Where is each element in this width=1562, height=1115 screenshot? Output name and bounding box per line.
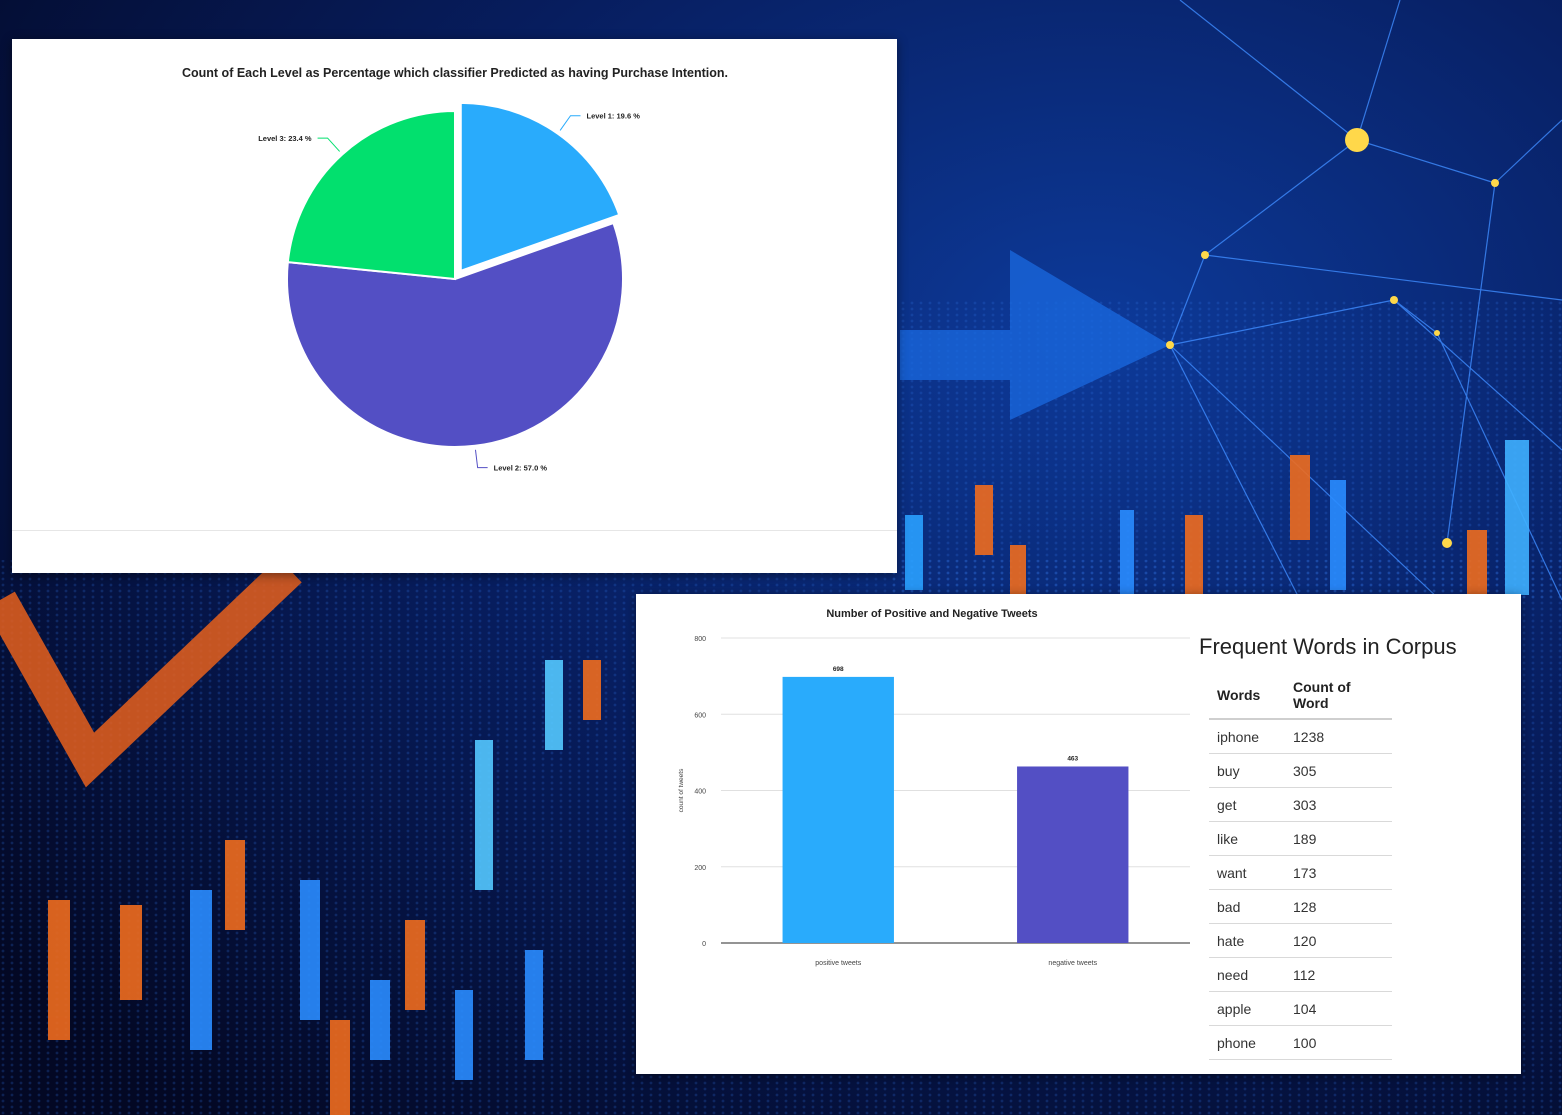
pie-slice-label: Level 3: 23.4 % — [258, 134, 312, 143]
bar-and-table-panel: Number of Positive and Negative Tweets c… — [636, 594, 1521, 1074]
column-header-words: Words — [1209, 672, 1285, 720]
pie-slice-label: Level 1: 19.6 % — [587, 112, 641, 121]
y-tick-label: 200 — [694, 865, 706, 872]
count-cell: 189 — [1285, 821, 1392, 856]
word-cell: like — [1209, 821, 1285, 856]
x-category-label: positive tweets — [815, 960, 861, 967]
pie-chart-panel: Count of Each Level as Percentage which … — [12, 39, 897, 573]
bar-negative-tweets[interactable] — [1017, 766, 1129, 943]
y-tick-label: 800 — [694, 636, 706, 643]
pie-leader-line — [474, 449, 488, 469]
frequent-words-title: Frequent Words in Corpus — [1199, 634, 1457, 659]
table-row: need 112 — [1209, 957, 1392, 992]
word-cell: iphone — [1209, 719, 1285, 754]
pie-chart: Count of Each Level as Percentage which … — [182, 66, 728, 473]
x-category-label: negative tweets — [1048, 960, 1097, 967]
table-row: iphone 1238 — [1209, 719, 1392, 754]
word-cell: get — [1209, 787, 1285, 822]
pie-leader-line — [317, 137, 341, 152]
panel-divider — [12, 530, 897, 531]
table-row: apple 104 — [1209, 991, 1392, 1026]
word-cell: apple — [1209, 991, 1285, 1026]
count-cell: 100 — [1285, 1025, 1392, 1060]
table-row: buy 305 — [1209, 753, 1392, 788]
table-row: hate 120 — [1209, 923, 1392, 958]
count-cell: 104 — [1285, 991, 1392, 1026]
word-cell: want — [1209, 855, 1285, 890]
table-row: like 189 — [1209, 821, 1392, 856]
count-cell: 112 — [1285, 957, 1392, 992]
y-tick-label: 400 — [694, 789, 706, 796]
table-row: want 173 — [1209, 855, 1392, 890]
bar-value-label: 698 — [833, 666, 844, 673]
table-row: phone 100 — [1209, 1025, 1392, 1060]
count-cell: 128 — [1285, 889, 1392, 924]
word-cell: phone — [1209, 1025, 1285, 1060]
pie-slice-label: Level 2: 57.0 % — [494, 464, 548, 473]
table-row: bad 128 — [1209, 889, 1392, 924]
word-cell: hate — [1209, 923, 1285, 958]
count-cell: 1238 — [1285, 719, 1392, 754]
pie-chart-title: Count of Each Level as Percentage which … — [182, 66, 728, 80]
count-cell: 120 — [1285, 923, 1392, 958]
count-cell: 303 — [1285, 787, 1392, 822]
count-cell: 305 — [1285, 753, 1392, 788]
pie-leader-line — [559, 115, 581, 131]
count-cell: 173 — [1285, 855, 1392, 890]
bar-value-label: 463 — [1067, 755, 1078, 762]
frequent-words-table-section: Frequent Words in Corpus Words Count of … — [1199, 634, 1499, 1060]
frequent-words-table: Words Count of Word iphone 1238 buy 305 ge… — [1209, 672, 1392, 1060]
word-cell: need — [1209, 957, 1285, 992]
bar-chart-title: Number of Positive and Negative Tweets — [826, 608, 1037, 620]
table-row: get 303 — [1209, 787, 1392, 822]
bar-chart-y-axis-label: count of tweets — [678, 768, 685, 812]
column-header-count: Count of Word — [1285, 672, 1392, 720]
bar-positive-tweets[interactable] — [782, 676, 894, 943]
word-cell: bad — [1209, 889, 1285, 924]
table-header-row: Words Count of Word — [1209, 672, 1392, 720]
y-tick-label: 600 — [694, 712, 706, 719]
y-tick-label: 0 — [702, 941, 706, 948]
word-cell: buy — [1209, 753, 1285, 788]
pie-slice-level-3[interactable] — [286, 109, 456, 281]
bar-chart: Number of Positive and Negative Tweets c… — [678, 608, 1190, 967]
